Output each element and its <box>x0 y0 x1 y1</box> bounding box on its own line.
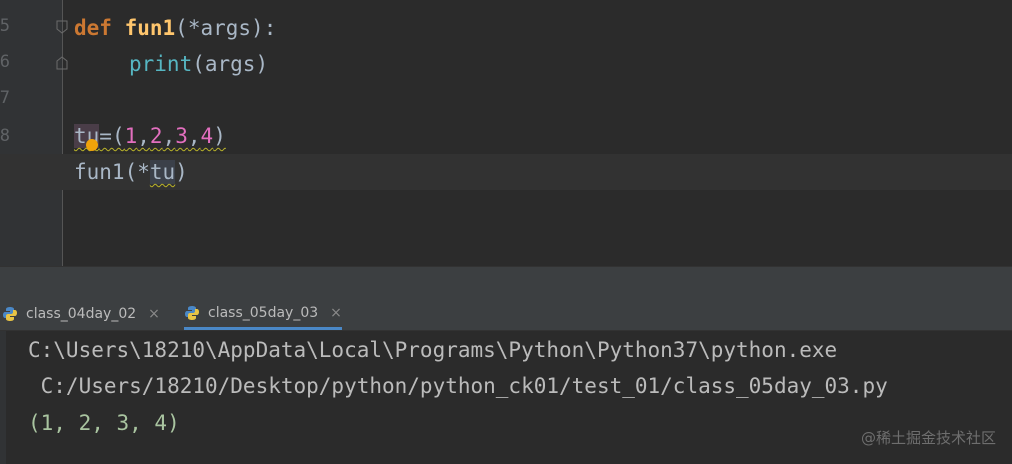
panel-splitter[interactable] <box>0 266 1012 299</box>
paren: ) <box>175 160 188 184</box>
console-line: C:/Users/18210/Desktop/python/python_ck0… <box>28 374 888 398</box>
code-editor[interactable]: 5 6 7 8 9 def fun1(*args): print(args) t… <box>0 0 1012 266</box>
tab-label: class_04day_02 <box>26 306 137 322</box>
console-output: (1, 2, 3, 4) <box>28 411 180 435</box>
paren: ( <box>175 16 188 40</box>
paren: ): <box>251 16 277 40</box>
python-file-icon <box>3 307 17 321</box>
argument-tu: tu <box>149 160 176 184</box>
parameter: *args <box>187 16 252 40</box>
console-gutter <box>0 331 6 464</box>
paren: ) <box>255 52 269 76</box>
close-icon[interactable]: × <box>148 306 160 322</box>
number: 3 <box>175 124 188 148</box>
lightbulb-icon[interactable] <box>86 139 98 151</box>
console-line: C:\Users\18210\AppData\Local\Programs\Py… <box>28 338 838 362</box>
close-icon[interactable]: × <box>330 305 342 321</box>
function-name: fun1 <box>124 16 176 40</box>
operator: =( <box>99 124 125 148</box>
comma: , <box>187 124 201 148</box>
comma: , <box>162 124 176 148</box>
keyword-def: def <box>74 16 112 40</box>
code-line[interactable]: tu=(1,2,3,4) <box>0 118 1012 154</box>
code-line[interactable]: print(args) <box>0 46 1012 82</box>
number: 1 <box>124 124 138 148</box>
tab-label: class_05day_03 <box>208 304 319 321</box>
run-tab-class-05day-03[interactable]: class_05day_03 × <box>184 298 342 330</box>
watermark: @稀土掘金技术社区 <box>860 429 996 447</box>
comma: , <box>137 124 150 148</box>
code-line-current[interactable]: fun1(*tu) <box>0 154 1012 190</box>
star-operator: * <box>137 160 150 184</box>
number: 4 <box>200 124 214 148</box>
python-file-icon <box>185 305 199 320</box>
run-tab-bar: class_04day_02 × class_05day_03 × <box>0 298 1012 331</box>
builtin-print: print <box>129 52 193 76</box>
run-tab-class-04day-02[interactable]: class_04day_02 × <box>2 298 160 330</box>
code-line[interactable]: def fun1(*args): <box>0 10 1012 46</box>
run-console[interactable]: C:\Users\18210\AppData\Local\Programs\Py… <box>0 331 1012 464</box>
number: 2 <box>149 124 163 148</box>
paren: ( <box>192 52 205 76</box>
paren: ) <box>213 124 226 148</box>
code-line-empty[interactable] <box>0 82 1012 118</box>
function-call: fun1( <box>74 160 138 184</box>
argument: args <box>204 52 256 76</box>
